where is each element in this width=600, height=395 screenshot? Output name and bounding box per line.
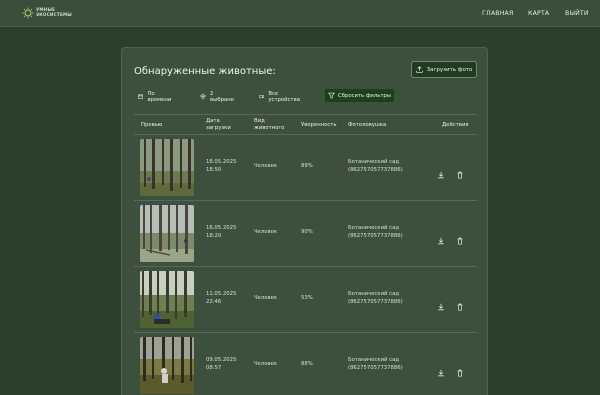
- logo[interactable]: УМНЫЕ ЭКОСИСТЕМЫ: [22, 6, 72, 20]
- filter-time-label: По времени: [147, 90, 172, 103]
- trash-icon[interactable]: [456, 296, 464, 311]
- row-date-day: 09.05.2025: [206, 357, 237, 363]
- reset-filters-button[interactable]: Сбросить фильтры: [324, 88, 395, 103]
- filter-icon: [328, 92, 335, 99]
- download-icon[interactable]: [437, 230, 445, 245]
- row-date: 16.05.2025 18:20: [206, 224, 236, 240]
- filter-devices[interactable]: Все устройства: [259, 89, 302, 104]
- row-trap: Ботанический сад (862757057737886): [348, 290, 403, 306]
- row-date-time: 08:57: [206, 365, 222, 371]
- col-preview: Превью: [141, 122, 163, 128]
- row-species: Человек: [254, 163, 278, 169]
- row-date-day: 18.05.2025: [206, 159, 237, 165]
- nav-logout[interactable]: ВЫЙТИ: [565, 10, 589, 17]
- nav-home[interactable]: ГЛАВНАЯ: [482, 10, 514, 17]
- row-trap: Ботанический сад (862757057737886): [348, 224, 403, 240]
- row-date-day: 11.05.2025: [206, 291, 237, 297]
- col-date: Дата загрузки: [206, 118, 231, 131]
- row-confidence: 90%: [301, 229, 313, 235]
- row-trap-id: (862757057737886): [348, 233, 403, 239]
- row-confidence: 53%: [301, 295, 313, 301]
- trash-icon[interactable]: [456, 164, 464, 179]
- logo-line2: ЭКОСИСТЕМЫ: [36, 11, 72, 17]
- row-date-time: 18:20: [206, 233, 222, 239]
- row-trap-id: (862757057737886): [348, 299, 403, 305]
- row-date: 18.05.2025 18:50: [206, 158, 236, 174]
- reset-filters-label: Сбросить фильтры: [338, 92, 391, 99]
- row-species: Человек: [254, 229, 278, 235]
- filter-time[interactable]: По времени: [138, 89, 173, 104]
- preview-thumbnail[interactable]: [140, 337, 194, 394]
- row-trap-id: (862757057737886): [348, 167, 403, 173]
- row-date: 09.05.2025 08:57: [206, 356, 236, 372]
- row-confidence: 89%: [301, 163, 313, 169]
- row-trap: Ботанический сад (862757057737886): [348, 356, 403, 372]
- download-icon[interactable]: [437, 362, 445, 377]
- col-actions: Действия: [442, 122, 469, 128]
- row-species: Человек: [254, 361, 278, 367]
- detections-panel: Обнаруженные животные: Загрузить фото По…: [121, 47, 488, 395]
- table-row[interactable]: 09.05.2025 08:57 Человек 88% Ботанически…: [134, 333, 477, 395]
- preview-thumbnail[interactable]: [140, 139, 194, 196]
- row-date-time: 18:50: [206, 167, 222, 173]
- filter-species-label: 2 выбрано: [210, 90, 234, 103]
- row-date-time: 22:46: [206, 299, 222, 305]
- row-trap-name: Ботанический сад: [348, 357, 400, 363]
- logo-icon: [22, 7, 34, 19]
- trash-icon[interactable]: [456, 230, 464, 245]
- row-date: 11.05.2025 22:46: [206, 290, 236, 306]
- col-species: Вид животного: [254, 118, 285, 131]
- upload-photo-button[interactable]: Загрузить фото: [411, 61, 477, 78]
- row-trap-name: Ботанический сад: [348, 291, 400, 297]
- calendar-icon: [138, 94, 144, 99]
- table-row[interactable]: 18.05.2025 18:50 Человек 89% Ботанически…: [134, 135, 477, 201]
- nav-map[interactable]: КАРТА: [528, 10, 549, 17]
- download-icon[interactable]: [437, 164, 445, 179]
- upload-photo-label: Загрузить фото: [426, 66, 473, 73]
- row-date-day: 16.05.2025: [206, 225, 237, 231]
- row-trap-id: (862757057737886): [348, 365, 403, 371]
- row-confidence: 88%: [301, 361, 313, 367]
- row-trap-name: Ботанический сад: [348, 225, 400, 231]
- preview-thumbnail[interactable]: [140, 205, 194, 262]
- col-trap: Фотоловушка: [348, 122, 387, 128]
- table-row[interactable]: 16.05.2025 18:20 Человек 90% Ботанически…: [134, 201, 477, 267]
- row-trap: Ботанический сад (862757057737886): [348, 158, 403, 174]
- preview-thumbnail[interactable]: [140, 271, 194, 328]
- paw-icon: [200, 93, 206, 99]
- page-title: Обнаруженные животные:: [134, 66, 276, 77]
- row-trap-name: Ботанический сад: [348, 159, 400, 165]
- camera-icon: [259, 94, 265, 99]
- row-species: Человек: [254, 295, 278, 301]
- filter-species[interactable]: 2 выбрано: [200, 89, 235, 104]
- top-navbar: УМНЫЕ ЭКОСИСТЕМЫ ГЛАВНАЯ КАРТА ВЫЙТИ: [0, 0, 600, 27]
- trash-icon[interactable]: [456, 362, 464, 377]
- filter-devices-label: Все устройства: [268, 90, 300, 103]
- download-icon[interactable]: [437, 296, 445, 311]
- table-header: Превью Дата загрузки Вид животного Увере…: [134, 114, 477, 135]
- logo-text: УМНЫЕ ЭКОСИСТЕМЫ: [36, 7, 72, 17]
- table-row[interactable]: 11.05.2025 22:46 Человек 53% Ботанически…: [134, 267, 477, 333]
- col-confidence: Уверенность: [301, 122, 337, 128]
- upload-icon: [415, 66, 423, 73]
